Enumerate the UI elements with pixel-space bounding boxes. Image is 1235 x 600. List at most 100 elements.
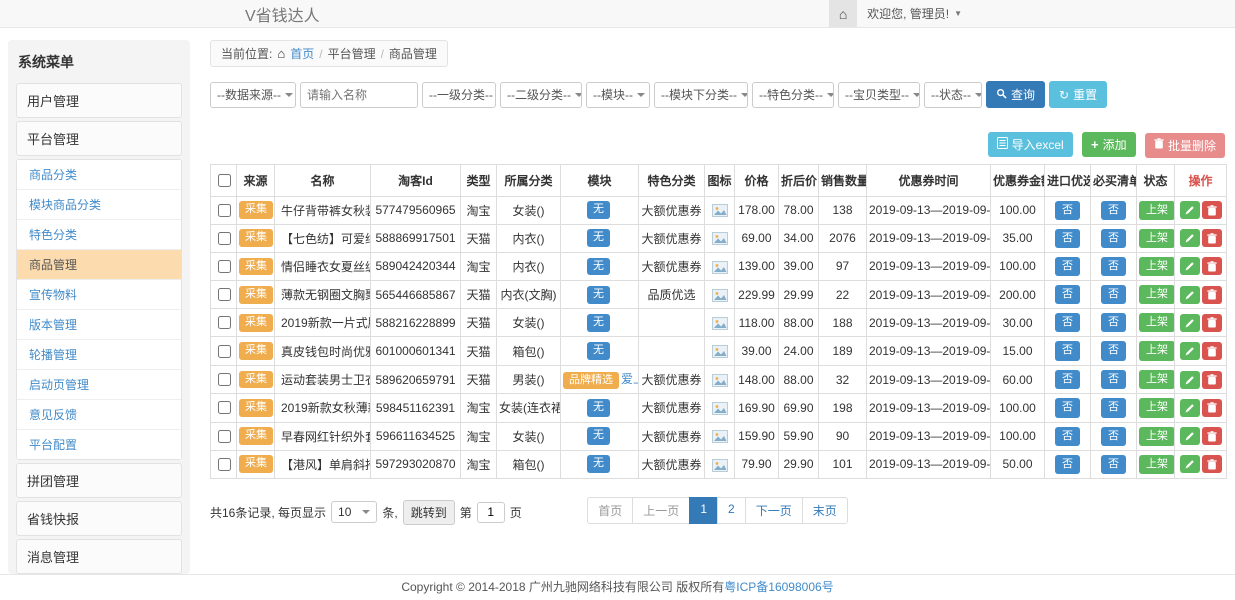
delete-button[interactable] <box>1202 342 1222 360</box>
edit-button[interactable] <box>1180 201 1200 219</box>
page-number-input[interactable] <box>477 502 505 523</box>
sidebar-item-version-management[interactable]: 版本管理 <box>17 309 181 339</box>
must-buy-toggle[interactable]: 否 <box>1101 201 1126 220</box>
filter-data-source-select[interactable]: --数据来源-- <box>210 82 296 108</box>
row-checkbox[interactable] <box>218 260 231 273</box>
delete-button[interactable] <box>1202 371 1222 389</box>
jump-button[interactable]: 跳转到 <box>403 500 455 525</box>
import-select-toggle[interactable]: 否 <box>1055 257 1080 276</box>
must-buy-toggle[interactable]: 否 <box>1101 341 1126 360</box>
filter-status-select[interactable]: --状态-- <box>924 82 982 108</box>
sidebar-item-feedback[interactable]: 意见反馈 <box>17 399 181 429</box>
reset-button[interactable]: ↻ 重置 <box>1049 81 1107 108</box>
must-buy-toggle[interactable]: 否 <box>1101 427 1126 446</box>
page-next[interactable]: 下一页 <box>745 497 803 524</box>
page-first[interactable]: 首页 <box>587 497 633 524</box>
status-toggle[interactable]: 上架 <box>1139 257 1175 276</box>
sidebar-item-saving-express[interactable]: 省钱快报 <box>16 501 182 536</box>
delete-button[interactable] <box>1202 257 1222 275</box>
sidebar-item-module-product-category[interactable]: 模块商品分类 <box>17 189 181 219</box>
home-button[interactable]: ⌂ <box>829 0 857 27</box>
page-last[interactable]: 末页 <box>802 497 848 524</box>
search-button[interactable]: 查询 <box>986 81 1045 108</box>
filter-level1-select[interactable]: --一级分类-- <box>422 82 496 108</box>
delete-button[interactable] <box>1202 314 1222 332</box>
status-toggle[interactable]: 上架 <box>1139 370 1175 389</box>
status-toggle[interactable]: 上架 <box>1139 201 1175 220</box>
edit-button[interactable] <box>1180 229 1200 247</box>
sidebar-item-promo-materials[interactable]: 宣传物料 <box>17 279 181 309</box>
select-all-checkbox[interactable] <box>218 174 231 187</box>
sidebar-item-splash-management[interactable]: 启动页管理 <box>17 369 181 399</box>
filter-name-input[interactable] <box>300 82 418 108</box>
page-2[interactable]: 2 <box>717 497 746 524</box>
status-toggle[interactable]: 上架 <box>1139 398 1175 417</box>
must-buy-toggle[interactable]: 否 <box>1101 285 1126 304</box>
delete-button[interactable] <box>1202 455 1222 473</box>
sidebar-item-platform-config[interactable]: 平台配置 <box>17 429 181 459</box>
edit-button[interactable] <box>1180 455 1200 473</box>
import-select-toggle[interactable]: 否 <box>1055 370 1080 389</box>
edit-button[interactable] <box>1180 427 1200 445</box>
edit-button[interactable] <box>1180 371 1200 389</box>
sidebar-item-carousel-management[interactable]: 轮播管理 <box>17 339 181 369</box>
delete-button[interactable] <box>1202 399 1222 417</box>
edit-button[interactable] <box>1180 257 1200 275</box>
filter-featured-select[interactable]: --特色分类-- <box>752 82 834 108</box>
delete-button[interactable] <box>1202 201 1222 219</box>
must-buy-toggle[interactable]: 否 <box>1101 229 1126 248</box>
filter-module-select[interactable]: --模块-- <box>586 82 650 108</box>
edit-button[interactable] <box>1180 314 1200 332</box>
row-checkbox[interactable] <box>218 288 231 301</box>
icp-link[interactable]: 粤ICP备16098006号 <box>724 580 833 594</box>
status-toggle[interactable]: 上架 <box>1139 285 1175 304</box>
breadcrumb-home-link[interactable]: 首页 <box>290 45 314 62</box>
delete-button[interactable] <box>1202 229 1222 247</box>
delete-button[interactable] <box>1202 427 1222 445</box>
per-page-select[interactable]: 10 <box>331 501 377 523</box>
must-buy-toggle[interactable]: 否 <box>1101 257 1126 276</box>
import-select-toggle[interactable]: 否 <box>1055 285 1080 304</box>
filter-item-type-select[interactable]: --宝贝类型-- <box>838 82 920 108</box>
sidebar-item-group-buy[interactable]: 拼团管理 <box>16 463 182 498</box>
import-excel-button[interactable]: 导入excel <box>988 132 1073 157</box>
edit-button[interactable] <box>1180 286 1200 304</box>
import-select-toggle[interactable]: 否 <box>1055 313 1080 332</box>
sidebar-item-user-management[interactable]: 用户管理 <box>16 83 182 118</box>
import-select-toggle[interactable]: 否 <box>1055 201 1080 220</box>
edit-button[interactable] <box>1180 342 1200 360</box>
filter-module-sub-select[interactable]: --模块下分类-- <box>654 82 748 108</box>
row-checkbox[interactable] <box>218 232 231 245</box>
add-button[interactable]: + 添加 <box>1082 132 1136 157</box>
delete-button[interactable] <box>1202 286 1222 304</box>
must-buy-toggle[interactable]: 否 <box>1101 370 1126 389</box>
row-checkbox[interactable] <box>218 430 231 443</box>
row-checkbox[interactable] <box>218 401 231 414</box>
edit-button[interactable] <box>1180 399 1200 417</box>
import-select-toggle[interactable]: 否 <box>1055 229 1080 248</box>
row-checkbox[interactable] <box>218 373 231 386</box>
sidebar-item-product-management[interactable]: 商品管理 <box>17 249 181 279</box>
status-toggle[interactable]: 上架 <box>1139 341 1175 360</box>
import-select-toggle[interactable]: 否 <box>1055 341 1080 360</box>
filter-level2-select[interactable]: --二级分类-- <box>500 82 582 108</box>
row-checkbox[interactable] <box>218 316 231 329</box>
sidebar-item-product-category[interactable]: 商品分类 <box>17 160 181 189</box>
status-toggle[interactable]: 上架 <box>1139 313 1175 332</box>
status-toggle[interactable]: 上架 <box>1139 229 1175 248</box>
batch-delete-button[interactable]: 批量删除 <box>1145 133 1225 158</box>
row-checkbox[interactable] <box>218 204 231 217</box>
user-menu[interactable]: 欢迎您, 管理员! ▼ <box>857 5 972 22</box>
row-checkbox[interactable] <box>218 345 231 358</box>
status-toggle[interactable]: 上架 <box>1139 427 1175 446</box>
sidebar-item-platform-management[interactable]: 平台管理 <box>16 121 182 156</box>
import-select-toggle[interactable]: 否 <box>1055 398 1080 417</box>
page-1[interactable]: 1 <box>689 497 718 524</box>
row-checkbox[interactable] <box>218 458 231 471</box>
import-select-toggle[interactable]: 否 <box>1055 427 1080 446</box>
must-buy-toggle[interactable]: 否 <box>1101 455 1126 474</box>
sidebar-item-featured-category[interactable]: 特色分类 <box>17 219 181 249</box>
status-toggle[interactable]: 上架 <box>1139 455 1175 474</box>
must-buy-toggle[interactable]: 否 <box>1101 313 1126 332</box>
page-prev[interactable]: 上一页 <box>632 497 690 524</box>
